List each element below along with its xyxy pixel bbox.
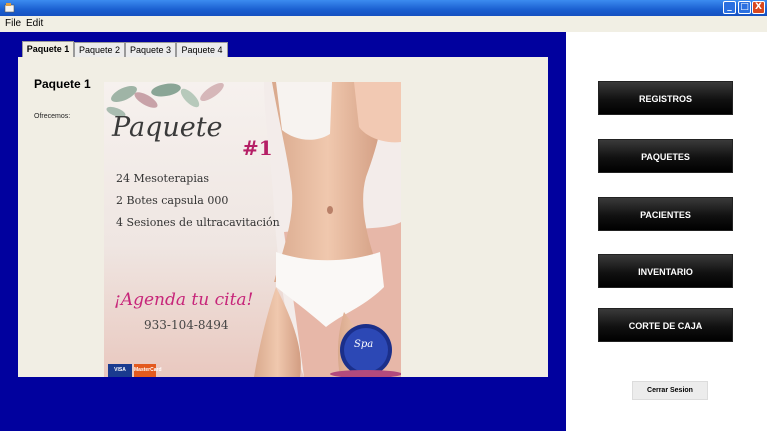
promo-line-3: 4 Sesiones de ultracavitación bbox=[116, 216, 280, 229]
inventario-button[interactable]: INVENTARIO bbox=[598, 254, 733, 288]
maximize-button[interactable]: □ bbox=[738, 1, 751, 14]
menu-bar: File Edit bbox=[0, 16, 767, 33]
tab-paquete-1[interactable]: Paquete 1 bbox=[22, 41, 74, 58]
menu-edit[interactable]: Edit bbox=[26, 18, 43, 29]
logout-button[interactable]: Cerrar Sesion bbox=[632, 381, 708, 400]
minimize-button[interactable]: _ bbox=[723, 1, 736, 14]
promo-line-1: 24 Mesoterapias bbox=[116, 172, 210, 185]
java-app-icon bbox=[4, 3, 15, 13]
visa-card-icon: VISA bbox=[108, 364, 132, 377]
page-title: Paquete 1 bbox=[34, 77, 91, 91]
window-titlebar: _ □ X bbox=[0, 0, 767, 16]
mastercard-card-icon: MasterCard bbox=[134, 364, 162, 377]
promo-heading: Paquete bbox=[112, 112, 223, 143]
registros-button[interactable]: REGISTROS bbox=[598, 81, 733, 115]
promo-line-2: 2 Botes capsula 000 bbox=[116, 194, 229, 207]
paquetes-button[interactable]: PAQUETES bbox=[598, 139, 733, 173]
menu-file[interactable]: File bbox=[5, 18, 21, 29]
offer-label: Ofrecemos: bbox=[34, 113, 71, 120]
promo-phone: 933-104-8494 bbox=[144, 318, 229, 332]
promo-cta: ¡Agenda tu cita! bbox=[114, 290, 254, 310]
tab-paquete-4[interactable]: Paquete 4 bbox=[176, 42, 228, 57]
pacientes-button[interactable]: PACIENTES bbox=[598, 197, 733, 231]
spa-logo-icon: Spa bbox=[354, 339, 374, 350]
tab-content: Paquete 1 Ofrecemos: Paquete #1 24 Mesot… bbox=[18, 57, 548, 377]
package-promo-image: Paquete #1 24 Mesoterapias 2 Botes capsu… bbox=[104, 82, 401, 377]
tab-paquete-3[interactable]: Paquete 3 bbox=[125, 42, 176, 57]
tab-paquete-2[interactable]: Paquete 2 bbox=[74, 42, 125, 57]
corte-de-caja-button[interactable]: CORTE DE CAJA bbox=[598, 308, 733, 342]
promo-number: #1 bbox=[242, 136, 273, 160]
close-button[interactable]: X bbox=[752, 1, 765, 14]
